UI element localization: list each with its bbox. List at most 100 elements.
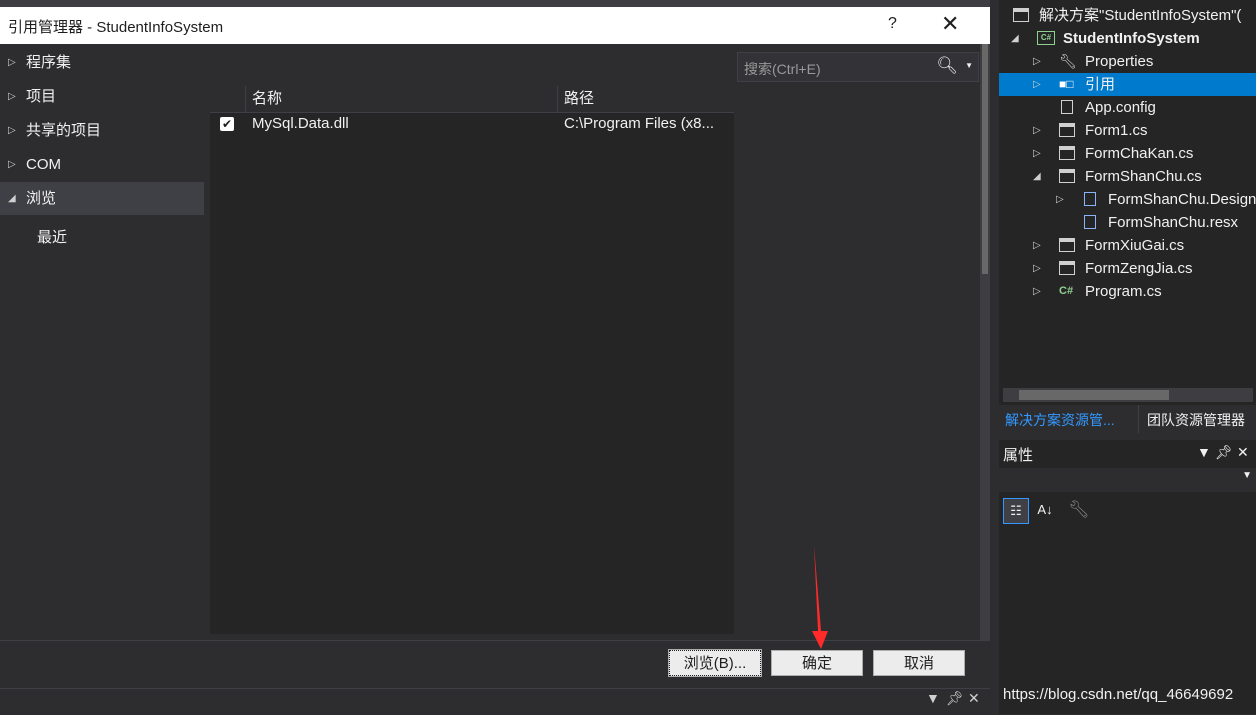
expand-arrow-icon: ▷: [8, 57, 16, 68]
expand-arrow-icon: ▷: [1033, 286, 1041, 297]
nav-label: 最近: [37, 229, 68, 246]
expand-arrow-icon: ▷: [8, 125, 16, 136]
search-placeholder: 搜索(Ctrl+E): [744, 61, 821, 77]
nav-item-projects[interactable]: ▷ 项目: [0, 80, 204, 113]
watermark-url: https://blog.csdn.net/qq_46649692: [1003, 686, 1234, 703]
column-header-name[interactable]: 名称: [245, 86, 557, 112]
properties-title: 属性: [1003, 447, 1034, 464]
csharp-file-icon: C#: [1059, 285, 1074, 297]
collapse-arrow-icon: ◢: [8, 193, 16, 204]
property-pages-icon[interactable]: 🔧︎: [1067, 498, 1091, 522]
references-icon: ■□: [1059, 77, 1074, 91]
search-input[interactable]: 搜索(Ctrl+E) 🔍︎ ▼: [737, 52, 979, 82]
form-icon: [1059, 261, 1075, 275]
form-icon: [1059, 123, 1075, 137]
tree-label: FormXiuGai.cs: [1085, 237, 1185, 254]
close-icon[interactable]: ✕: [1237, 444, 1249, 461]
red-arrow-annotation: [812, 545, 828, 649]
grid-header: 名称 路径: [210, 86, 734, 113]
tab-divider: [1138, 405, 1139, 433]
tab-team-explorer[interactable]: 团队资源管理器: [1147, 410, 1245, 430]
wrench-icon: 🔧︎: [1059, 53, 1077, 69]
dialog-titlebar: 引用管理器 - StudentInfoSystem ? ✕: [0, 7, 990, 44]
resx-file-icon: [1084, 215, 1096, 229]
collapse-arrow-icon: ◢: [1033, 171, 1041, 182]
close-icon[interactable]: ✕: [968, 690, 980, 707]
tree-label: StudentInfoSystem: [1063, 30, 1200, 47]
designer-file-icon: [1084, 192, 1096, 206]
solution-explorer-hscroll[interactable]: [1003, 388, 1253, 402]
scrollbar-thumb[interactable]: [982, 44, 988, 274]
chevron-down-icon[interactable]: ▼: [965, 61, 973, 70]
column-header-path[interactable]: 路径: [557, 86, 734, 112]
scrollbar-thumb[interactable]: [1019, 390, 1169, 400]
expand-arrow-icon: ▷: [1033, 79, 1041, 90]
nav-item-shared-projects[interactable]: ▷ 共享的项目: [0, 114, 204, 147]
properties-toolbar: ☷ A↓ 🔧︎: [999, 496, 1256, 526]
nav-label: 浏览: [26, 190, 57, 207]
browse-button[interactable]: 浏览(B)...: [668, 649, 762, 677]
tree-label: FormShanChu.cs: [1085, 168, 1202, 185]
tab-solution-explorer[interactable]: 解决方案资源管...: [1005, 410, 1115, 430]
dropdown-arrow-icon[interactable]: ▼: [926, 690, 940, 706]
nav-label: 程序集: [26, 54, 72, 71]
nav-label: 共享的项目: [26, 122, 102, 139]
row-path: C:\Program Files (x8...: [564, 115, 715, 132]
nav-item-browse[interactable]: ◢ 浏览: [0, 182, 204, 215]
ok-button[interactable]: 确定: [771, 650, 863, 676]
categorized-icon[interactable]: ☷: [1003, 498, 1029, 524]
form-icon: [1059, 146, 1075, 160]
details-pane: [734, 86, 980, 634]
nav-item-com[interactable]: ▷ COM: [0, 148, 204, 181]
tree-label: FormZengJia.cs: [1085, 260, 1193, 277]
pin-icon[interactable]: 📌︎: [1215, 444, 1233, 461]
cancel-button[interactable]: 取消: [873, 650, 965, 676]
dialog-title: 引用管理器 - StudentInfoSystem: [8, 19, 224, 36]
tree-label: FormChaKan.cs: [1085, 145, 1194, 162]
solution-explorer: 解决方案"StudentInfoSystem"( ◢ C# StudentInf…: [999, 0, 1256, 432]
expand-arrow-icon: ▷: [8, 159, 16, 170]
row-checkbox[interactable]: ✔: [220, 117, 234, 131]
top-strip: [0, 0, 990, 7]
csharp-project-icon: C#: [1037, 31, 1055, 45]
tree-item-references[interactable]: ▷ ■□ 引用: [999, 73, 1256, 96]
expand-arrow-icon: ▷: [1033, 125, 1041, 136]
tree-label: App.config: [1085, 99, 1156, 116]
tree-label: FormShanChu.Designer.cs: [1108, 191, 1256, 208]
object-selector[interactable]: ▼: [999, 468, 1256, 492]
collapse-arrow-icon: ◢: [1011, 33, 1019, 44]
tree-label: 解决方案"StudentInfoSystem"(: [1039, 7, 1242, 24]
nav-item-recent[interactable]: 最近: [0, 221, 204, 254]
left-nav: ▷ 程序集 ▷ 项目 ▷ 共享的项目 ▷ COM ◢ 浏览 最近: [0, 44, 205, 634]
expand-arrow-icon: ▷: [8, 91, 16, 102]
table-row[interactable]: ✔ MySql.Data.dll C:\Program Files (x8...: [210, 113, 734, 137]
form-icon: [1059, 169, 1075, 183]
search-icon[interactable]: 🔍︎: [936, 56, 958, 76]
expand-arrow-icon: ▷: [1033, 263, 1041, 274]
chevron-down-icon[interactable]: ▼: [1242, 470, 1252, 481]
tree-label: Form1.cs: [1085, 122, 1148, 139]
reference-grid: 名称 路径 ✔ MySql.Data.dll C:\Program Files …: [210, 86, 734, 634]
pin-icon[interactable]: 📌︎: [946, 690, 964, 707]
nav-label: 项目: [26, 88, 57, 105]
dropdown-arrow-icon[interactable]: ▼: [1197, 444, 1211, 460]
help-button[interactable]: ?: [888, 15, 897, 33]
form-icon: [1059, 238, 1075, 252]
close-button[interactable]: ✕: [941, 11, 959, 37]
nav-item-assemblies[interactable]: ▷ 程序集: [0, 46, 204, 79]
expand-arrow-icon: ▷: [1033, 148, 1041, 159]
properties-panel: 属性 ▼ 📌︎ ✕ ▼ ☷ A↓ 🔧︎: [999, 440, 1256, 714]
bottom-panel-strip: ▼ 📌︎ ✕: [0, 688, 990, 715]
config-file-icon: [1061, 100, 1073, 114]
solution-explorer-tabs: 解决方案资源管... 团队资源管理器: [999, 405, 1256, 433]
expand-arrow-icon: ▷: [1056, 194, 1064, 205]
tree-label: Properties: [1085, 53, 1154, 70]
tree-label: Program.cs: [1085, 283, 1162, 300]
alphabetical-icon[interactable]: A↓: [1033, 498, 1057, 522]
nav-label: COM: [26, 156, 61, 173]
expand-arrow-icon: ▷: [1033, 240, 1041, 251]
tree-label: 引用: [1085, 76, 1116, 93]
expand-arrow-icon: ▷: [1033, 56, 1041, 67]
solution-icon: [1013, 8, 1029, 22]
dialog-scrollbar[interactable]: [980, 44, 990, 664]
